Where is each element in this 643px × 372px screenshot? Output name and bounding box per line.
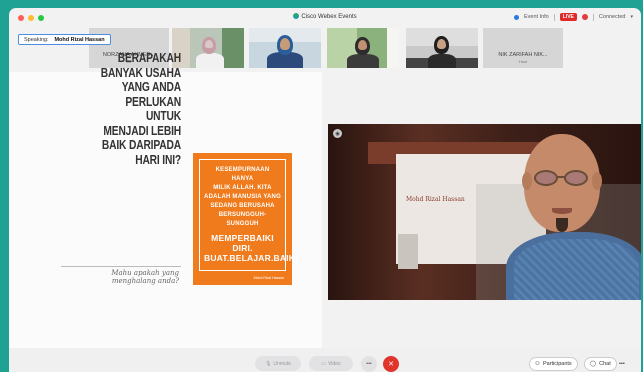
quote-line: SEDANG BERUSAHA (210, 203, 275, 209)
participant-video-tile[interactable] (172, 28, 244, 68)
unmute-button[interactable]: 🎙 Unmute (255, 356, 301, 371)
slide-subtitle-line: menghalang anda? (111, 277, 179, 285)
quote-emphasis: BUAT.BELAJAR.BAIKI. (204, 253, 301, 263)
live-badge: LIVE (559, 13, 577, 21)
connection-chevron-icon[interactable]: ▾ (630, 14, 633, 20)
participant-video (194, 28, 224, 68)
quote-author: Mohd Rizal Hassan (253, 276, 284, 280)
close-icon: ✕ (388, 361, 394, 368)
person-icon: ⚇ (535, 361, 540, 367)
info-icon (513, 14, 519, 20)
speaker-name: Mohd Rizal Hassan (54, 36, 105, 43)
participant-video-tile[interactable] (249, 28, 321, 68)
title-bar: Cisco Webex Events Event Info LIVE Conne… (9, 8, 641, 28)
event-info-link[interactable]: Event Info (524, 14, 549, 20)
quote-line: MILIK ALLAH. KITA (213, 185, 272, 191)
quote-emphasis: MEMPERBAIKI DIRI. (211, 233, 274, 253)
participant-video (265, 28, 305, 68)
slide-question-line: BAIK DARIPADA (101, 138, 181, 152)
slide-question-line: BERAPAKAH (117, 51, 181, 65)
quote-line: ADALAH MANUSIA YANG (204, 194, 281, 200)
recording-icon (581, 14, 588, 20)
divider (553, 13, 555, 21)
video-area: Mohd Rizal Hassan ◉ (322, 72, 641, 348)
titlebar-right: Event Info LIVE Connected ▾ (513, 13, 633, 21)
microphone-icon: 🎙 (265, 360, 272, 367)
participant-video (345, 28, 381, 68)
connection-status[interactable]: Connected (599, 14, 626, 20)
beard (556, 218, 568, 232)
active-speaker-indicator: Speaking: Mohd Rizal Hassan (18, 34, 111, 45)
camera-icon: ▭ (321, 360, 327, 367)
slide-question: BERAPAKAH BANYAK USAHA YANG ANDA PERLUKA… (99, 51, 181, 167)
quote-line: KESEMPURNAAN HANYA (215, 167, 270, 182)
podium (398, 234, 418, 269)
participant-tile[interactable]: NIK ZARIFAH NIK... Host (483, 28, 563, 68)
slide-divider (61, 266, 181, 267)
quote-card: KESEMPURNAAN HANYA MILIK ALLAH. KITA ADA… (193, 153, 301, 285)
chat-button[interactable]: ◯ Chat (584, 357, 617, 371)
chat-icon: ◯ (590, 361, 597, 367)
participant-name: NIK ZARIFAH NIK... (498, 52, 548, 58)
quote-line: BERSUNGGUH-SUNGGUH (218, 212, 267, 227)
screen-text: Mohd Rizal Hassan (406, 196, 465, 203)
glasses (534, 170, 558, 186)
more-panels-button[interactable]: ••• (619, 357, 625, 371)
participant-video-tile[interactable] (327, 28, 399, 68)
app-title-text: Cisco Webex Events (301, 14, 357, 20)
slide-subtitle: Mahu apakah yang menghalang anda? (79, 269, 179, 285)
leave-meeting-button[interactable]: ✕ (383, 356, 399, 372)
participants-button[interactable]: ⚇ Participants (529, 357, 578, 371)
slide-question-line: BANYAK USAHA (100, 65, 181, 80)
speaker-video[interactable]: Mohd Rizal Hassan ◉ (328, 124, 641, 300)
slide-subtitle-line: Mahu apakah yang (111, 269, 179, 277)
slide-question-line: MENJADI LEBIH (103, 123, 181, 138)
meeting-controls: 🎙 Unmute ▭ Video ••• ✕ ⚇ Participants ◯ Chat… (9, 348, 641, 372)
slide-question-line: HARI INI? (135, 152, 181, 167)
participant-role: Host (518, 59, 528, 64)
webex-logo-icon (293, 13, 300, 19)
participant-video (426, 28, 458, 68)
more-options-button[interactable]: ••• (361, 356, 377, 372)
video-options-icon[interactable]: ◉ (333, 129, 342, 138)
divider (592, 13, 594, 21)
speaking-label: Speaking: (24, 36, 49, 43)
video-button[interactable]: ▭ Video (309, 356, 353, 371)
participant-video-tile[interactable] (406, 28, 478, 68)
quote-text: KESEMPURNAAN HANYA MILIK ALLAH. KITA ADA… (199, 159, 301, 271)
webex-window: Cisco Webex Events Event Info LIVE Conne… (9, 8, 641, 372)
slide-question-line: YANG ANDA (121, 80, 181, 94)
slide-question-line: PERLUKAN UNTUK (125, 94, 181, 124)
